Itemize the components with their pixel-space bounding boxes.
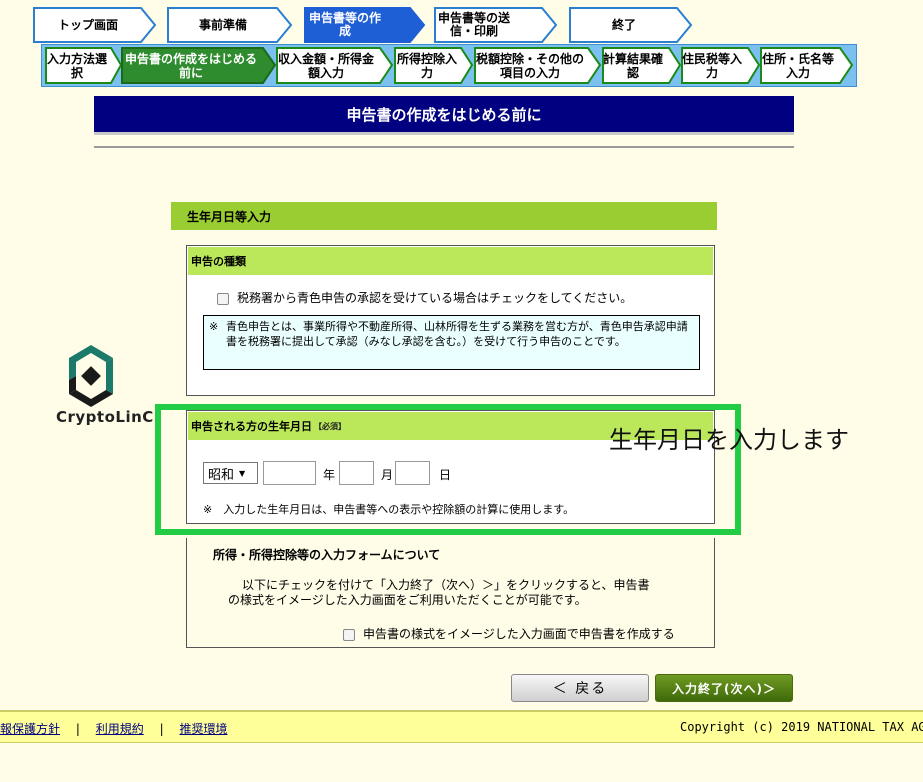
blue-return-checkbox-label: 税務署から青色申告の承認を受けている場合はチェックをしてください。 [237,291,633,305]
substep-label: 住所・氏名等入力 [761,51,834,80]
substep-label: 税額控除・その他の項目の入力 [475,51,584,80]
substep-input-method[interactable]: 入力方法選択 [45,47,123,84]
next-button[interactable]: 入力終了(次へ)＞ [655,674,793,702]
step-top-screen[interactable]: トップ画面 [33,7,157,43]
substep-income[interactable]: 収入金額・所得金額入力 [276,47,394,84]
step-label: 申告書等の送信・印刷 [437,11,510,38]
substep-resident-tax[interactable]: 住民税等入力 [681,47,761,84]
substep-label: 収入金額・所得金額入力 [277,51,374,80]
footer-separator: | [75,722,80,736]
divider [94,146,794,148]
step-label: 申告書等の作成 [308,11,381,38]
footer-link-environment[interactable]: 推奨環境 [179,722,227,736]
form-option-checkbox[interactable] [343,628,355,641]
step-preparation[interactable]: 事前準備 [167,7,293,43]
substep-label: 入力方法選択 [46,51,107,80]
form-option-text: 以下にチェックを付けて「入力終了（次へ）＞」をクリックすると、申告書の様式をイメ… [228,578,650,607]
substep-deduction[interactable]: 所得控除入力 [394,47,474,84]
copyright: Copyright (c) 2019 NATIONAL TAX AGI [680,720,923,734]
footer-separator: | [159,722,164,736]
step-create-return: 申告書等の作成 [304,7,426,43]
blue-return-checkbox[interactable] [217,292,229,305]
section-title: 生年月日等入力 [171,202,717,230]
substep-before-start: 申告書の作成をはじめる前に [121,47,277,84]
blue-return-checkbox-row[interactable]: 税務署から青色申告の承認を受けている場合はチェックをしてください。 [217,289,632,306]
step-finish[interactable]: 終了 [569,7,693,43]
footer: 報保護方針 | 利用規約 | 推奨環境 Copyright (c) 2019 N… [0,710,923,743]
blue-return-note: ※ 青色申告とは、事業所得や不動産所得、山林所得を生ずる業務を営む方が、青色申告… [203,315,700,370]
step-label: トップ画面 [57,17,118,32]
form-option-checkbox-row[interactable]: 申告書の様式をイメージした入力画面で申告書を作成する [343,625,675,642]
note-text: 青色申告とは、事業所得や不動産所得、山林所得を生ずる業務を営む方が、青色申告承認… [226,320,688,348]
substep-address-name[interactable]: 住所・氏名等入力 [760,47,854,84]
substep-label: 所得控除入力 [396,51,457,80]
substep-label: 申告書の作成をはじめる前に [124,51,257,80]
footer-link-terms[interactable]: 利用規約 [96,722,144,736]
back-button[interactable]: ＜ 戻る [511,674,649,702]
substep-label: 計算結果確認 [602,51,663,80]
form-option-heading: 所得・所得控除等の入力フォームについて [213,548,441,562]
step-label: 終了 [611,17,636,32]
footer-links: 報保護方針 | 利用規約 | 推奨環境 [0,720,227,737]
step-send-print[interactable]: 申告書等の送信・印刷 [434,7,558,43]
cryptolinc-logo-icon [69,345,113,407]
substep-calc-result[interactable]: 計算結果確認 [602,47,682,84]
declaration-type-heading: 申告の種類 [188,247,713,275]
substep-tax-credit[interactable]: 税額控除・その他の項目の入力 [474,47,602,84]
substep-label: 住民税等入力 [681,51,742,80]
footer-link-privacy[interactable]: 報保護方針 [0,722,60,736]
logo-text: CryptoLinC [56,408,154,426]
note-mark: ※ [209,320,219,333]
annotation-text: 生年月日を入力します [609,426,849,454]
page-title: 申告書の作成をはじめる前に [94,96,794,135]
step-label: 事前準備 [198,17,247,32]
form-option-checkbox-label: 申告書の様式をイメージした入力画面で申告書を作成する [363,627,675,641]
